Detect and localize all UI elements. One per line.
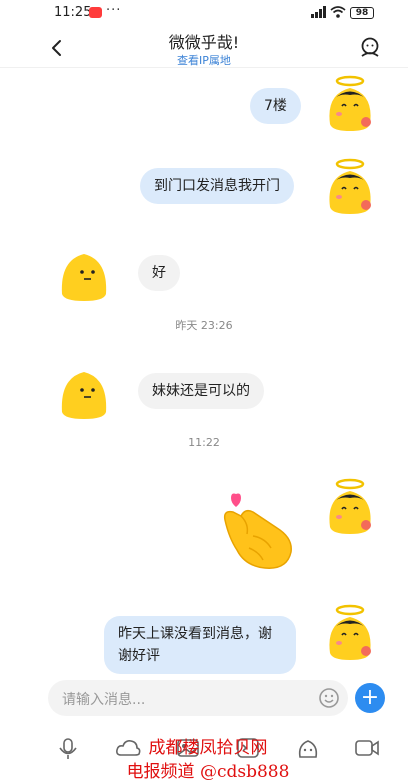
battery-icon: 98 — [350, 7, 374, 19]
message-bubble-outgoing[interactable]: 到门口发消息我开门 — [140, 168, 294, 204]
video-icon[interactable] — [354, 737, 380, 759]
contact-avatar[interactable] — [58, 362, 110, 420]
contact-name: 微微乎哉! — [168, 33, 240, 52]
message-bubble-outgoing[interactable]: 7楼 — [250, 88, 301, 124]
status-dots: ··· — [106, 3, 122, 18]
watermark-line-2: 电报频道 @cdsb888 — [126, 762, 290, 782]
input-placeholder: 请输入消息... — [62, 692, 146, 708]
message-bubble-outgoing[interactable]: 昨天上课没看到消息，谢谢好评 — [104, 616, 296, 674]
message-bubble-incoming[interactable]: 妹妹还是可以的 — [138, 373, 264, 409]
profile-icon[interactable] — [359, 36, 381, 58]
watermark-line-1: 成都楼凤拾贝网 — [148, 738, 268, 758]
self-avatar[interactable] — [324, 74, 376, 132]
message-text: 7楼 — [264, 98, 287, 114]
message-input[interactable]: 请输入消息... — [48, 680, 348, 716]
signal-icon — [311, 6, 326, 18]
status-bar: 11:25 ··· 98 — [0, 0, 408, 26]
wifi-icon — [330, 6, 346, 18]
message-bubble-incoming[interactable]: 好 — [138, 255, 180, 291]
watermark: 成都楼凤拾贝网 电报频道 @cdsb888 — [108, 736, 308, 784]
message-text: 到门口发消息我开门 — [154, 178, 280, 194]
self-avatar[interactable] — [324, 477, 376, 535]
add-button[interactable]: + — [355, 683, 385, 713]
status-time: 11:25 — [54, 5, 92, 20]
message-text: 好 — [152, 265, 166, 281]
ip-location-link[interactable]: 查看IP属地 — [0, 52, 408, 68]
mic-icon[interactable] — [58, 737, 78, 761]
contact-avatar[interactable] — [58, 244, 110, 302]
message-text: 妹妹还是可以的 — [152, 383, 250, 399]
finger-heart-sticker[interactable] — [219, 490, 297, 572]
self-avatar[interactable] — [324, 603, 376, 661]
self-avatar[interactable] — [324, 157, 376, 215]
timestamp: 昨天 23:26 — [175, 319, 233, 332]
message-text: 昨天上课没看到消息，谢谢好评 — [118, 626, 272, 664]
chat-header: 微微乎哉! 查看IP属地 — [0, 26, 408, 68]
timestamp: 11:22 — [188, 436, 220, 449]
app-notification-icon — [89, 7, 102, 18]
emoji-icon[interactable] — [318, 687, 340, 709]
